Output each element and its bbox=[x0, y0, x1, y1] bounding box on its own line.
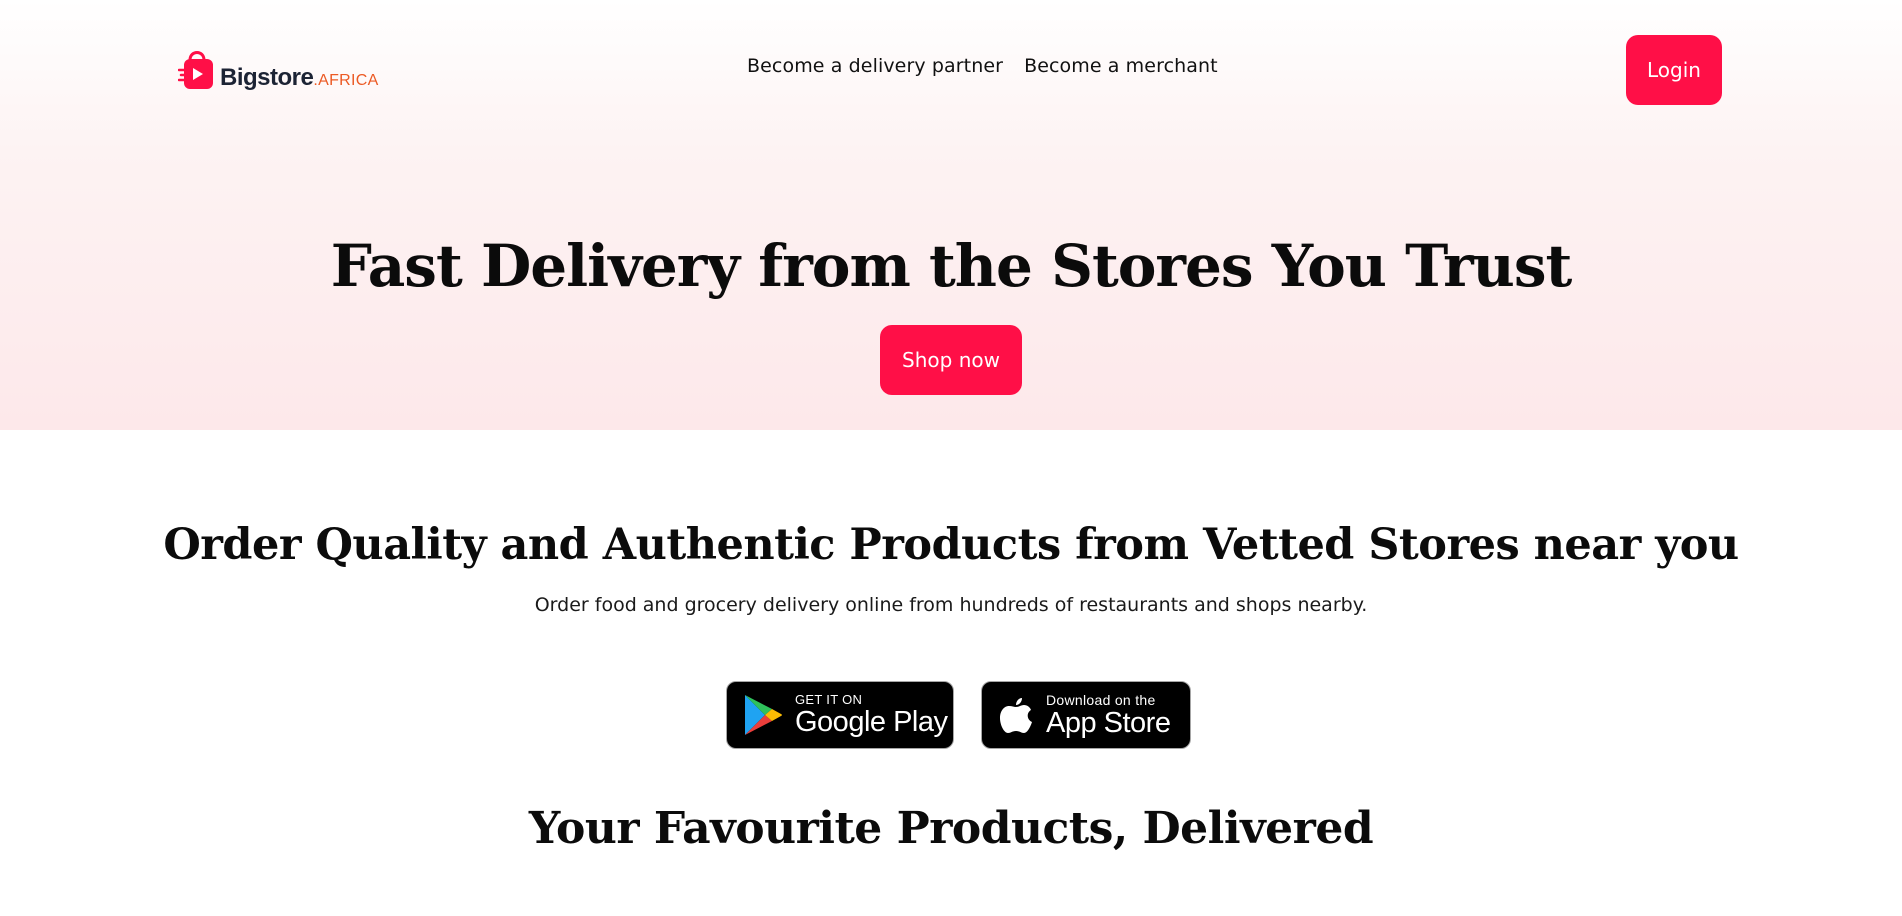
app-store-small: Download on the bbox=[1046, 691, 1156, 708]
products-title: Your Favourite Products, Delivered bbox=[528, 803, 1374, 854]
login-button[interactable]: Login bbox=[1626, 35, 1722, 105]
nav-link-merchant[interactable]: Become a merchant bbox=[1024, 55, 1218, 77]
brand-name: Bigstore bbox=[220, 64, 314, 91]
apple-icon bbox=[996, 692, 1036, 738]
google-play-big: Google Play bbox=[795, 706, 948, 738]
google-play-small: GET IT ON bbox=[795, 692, 863, 707]
google-play-icon bbox=[741, 692, 785, 738]
shopping-bag-icon bbox=[177, 46, 218, 92]
hero-title: Fast Delivery from the Stores You Trust bbox=[330, 232, 1573, 300]
brand-logo[interactable]: Bigstore .AFRICA bbox=[177, 46, 379, 92]
google-play-badge[interactable]: GET IT ON Google Play bbox=[726, 681, 954, 749]
intro-title: Order Quality and Authentic Products fro… bbox=[163, 520, 1739, 570]
app-store-badge[interactable]: Download on the App Store bbox=[981, 681, 1191, 749]
brand-tld: .AFRICA bbox=[313, 72, 379, 89]
nav-link-delivery-partner[interactable]: Become a delivery partner bbox=[747, 55, 1003, 77]
google-play-text: GET IT ON Google Play bbox=[795, 693, 948, 737]
app-store-big: App Store bbox=[1046, 706, 1171, 739]
intro-subtitle: Order food and grocery delivery online f… bbox=[534, 594, 1368, 616]
main-nav: Become a delivery partner Become a merch… bbox=[747, 55, 1218, 77]
app-store-text: Download on the App Store bbox=[1046, 691, 1171, 739]
shop-now-button[interactable]: Shop now bbox=[880, 325, 1022, 395]
